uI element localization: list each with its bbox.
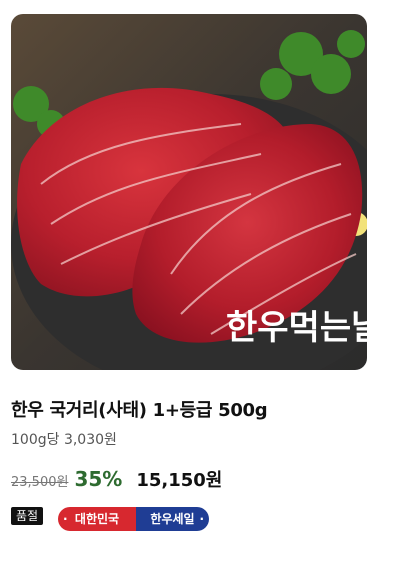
promo-badge-left: 대한민국 <box>58 507 136 531</box>
product-name[interactable]: 한우 국거리(사태) 1+등급 500g <box>11 396 268 422</box>
product-card[interactable]: 한우먹는날 한우 국거리(사태) 1+등급 500g 100g당 3,030원 … <box>0 0 404 572</box>
promo-badge: 대한민국 한우세일 <box>58 507 209 531</box>
soldout-badge: 품절 <box>11 507 44 525</box>
promo-badge-right: 한우세일 <box>136 507 209 531</box>
discount-rate: 35% <box>74 467 123 491</box>
sale-price: 15,150원 <box>136 470 223 491</box>
original-price: 23,500원 <box>11 475 69 490</box>
unit-price: 100g당 3,030원 <box>11 432 117 448</box>
price-row: 23,500원 35% 15,150원 <box>11 466 222 494</box>
product-image[interactable]: 한우먹는날 <box>11 14 367 370</box>
image-watermark: 한우먹는날 <box>226 308 367 348</box>
